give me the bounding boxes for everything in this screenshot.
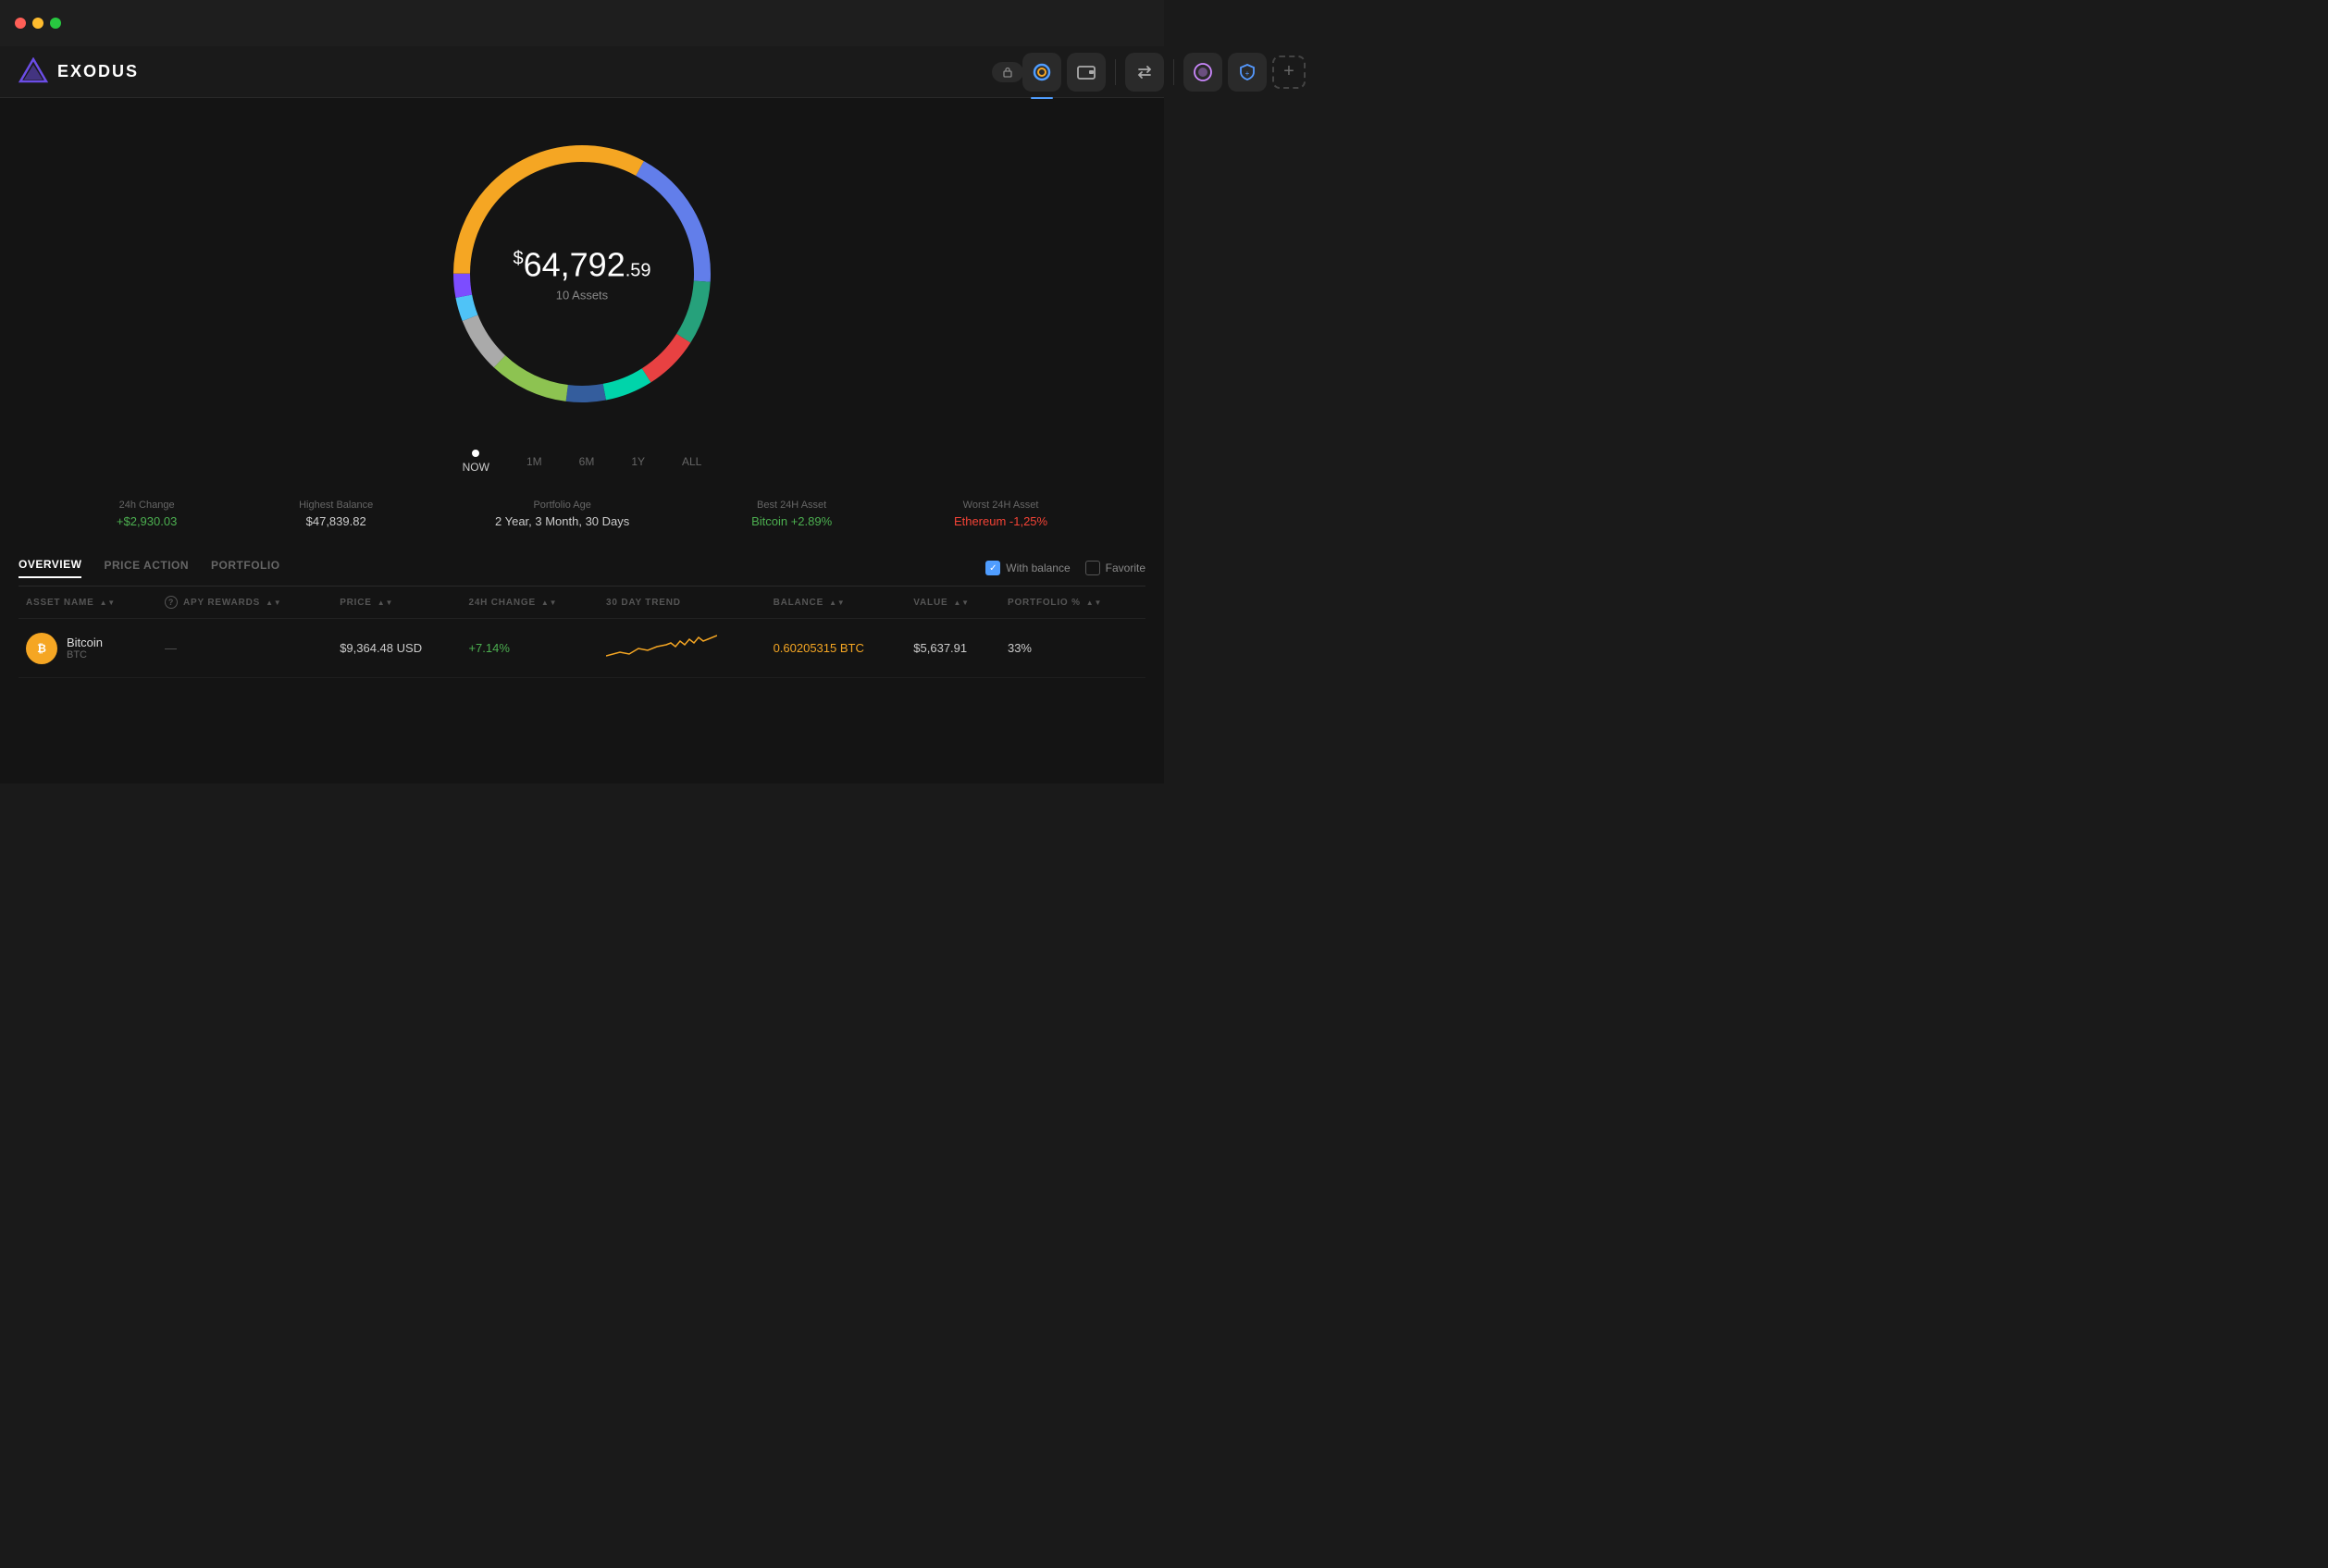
tab-portfolio[interactable]: PORTFOLIO	[211, 559, 280, 577]
td-price: $9,364.48 USD	[332, 619, 461, 678]
lock-icon	[1001, 66, 1014, 79]
logo: EXODUS	[19, 57, 139, 87]
table-body: ₿ Bitcoin BTC — $9,364.48 USD +7.14%	[19, 619, 1145, 678]
sort-asset-name-icon: ▲▼	[100, 599, 116, 607]
filter-favorite[interactable]: Favorite	[1085, 561, 1145, 575]
minimize-button[interactable]	[32, 18, 43, 29]
td-apy: —	[157, 619, 332, 678]
timeline-1m[interactable]: 1M	[526, 455, 542, 468]
stat-highest-balance: Highest Balance $47,839.82	[299, 500, 373, 528]
sort-balance-icon: ▲▼	[829, 599, 845, 607]
th-balance[interactable]: BALANCE ▲▼	[766, 586, 907, 619]
nav-tab-wallet[interactable]	[1067, 53, 1106, 92]
table-tabs: OVERVIEW PRICE ACTION PORTFOLIO ✓ With b…	[19, 547, 1145, 586]
window-controls	[15, 18, 61, 29]
timeline-all[interactable]: ALL	[682, 455, 701, 468]
shield-icon: +	[1237, 62, 1257, 82]
sort-portfolio-icon: ▲▼	[1086, 599, 1102, 607]
tab-price-action[interactable]: PRICE ACTION	[104, 559, 189, 577]
timeline-1y[interactable]: 1Y	[631, 455, 645, 468]
nft-icon	[1193, 62, 1213, 82]
svg-text:+: +	[1245, 69, 1250, 78]
wallet-icon	[1076, 62, 1096, 82]
stat-portfolio-age: Portfolio Age 2 Year, 3 Month, 30 Days	[495, 500, 629, 528]
apy-help-icon[interactable]: ?	[165, 596, 178, 609]
nav-divider	[1115, 59, 1116, 85]
tab-overview[interactable]: OVERVIEW	[19, 558, 81, 578]
bitcoin-sparkline	[606, 630, 717, 663]
table-header: ASSET NAME ▲▼ ? APY REWARDS ▲▼ PRI	[19, 586, 1145, 619]
exchange-icon	[1134, 62, 1155, 82]
th-30d-trend: 30 DAY TREND	[599, 586, 766, 619]
timeline-now[interactable]: NOW	[463, 450, 489, 474]
sort-apy-icon: ▲▼	[266, 599, 281, 607]
th-24h-change[interactable]: 24H CHANGE ▲▼	[461, 586, 599, 619]
sort-value-icon: ▲▼	[953, 599, 969, 607]
portfolio-total: $64,792.59 10 Assets	[513, 246, 650, 302]
filter-with-balance[interactable]: ✓ With balance	[985, 561, 1070, 575]
nav-tab-shield[interactable]: +	[1228, 53, 1267, 92]
th-portfolio-pct[interactable]: PORTFOLIO % ▲▼	[1000, 586, 1145, 619]
table-row[interactable]: ₿ Bitcoin BTC — $9,364.48 USD +7.14%	[19, 619, 1145, 678]
portfolio-stats: 24h Change +$2,930.03 Highest Balance $4…	[0, 490, 1164, 537]
titlebar	[0, 0, 1164, 46]
close-button[interactable]	[15, 18, 26, 29]
td-30d-trend	[599, 619, 766, 678]
portfolio-assets-count: 10 Assets	[513, 289, 650, 302]
nav-tab-nft[interactable]	[1183, 53, 1222, 92]
nav-tab-add[interactable]: +	[1272, 56, 1306, 89]
timeline-dot-now	[472, 450, 479, 457]
stat-best-asset: Best 24H Asset Bitcoin +2.89%	[751, 500, 832, 528]
portfolio-timeline: NOW 1M 6M 1Y ALL	[463, 450, 702, 474]
stat-24h-change: 24h Change +$2,930.03	[117, 500, 177, 528]
sort-price-icon: ▲▼	[378, 599, 393, 607]
with-balance-checkbox[interactable]: ✓	[985, 561, 1000, 575]
sort-change-icon: ▲▼	[541, 599, 557, 607]
th-asset-name[interactable]: ASSET NAME ▲▼	[19, 586, 157, 619]
main-content: $64,792.59 10 Assets NOW 1M 6M 1Y ALL	[0, 98, 1164, 784]
th-value[interactable]: VALUE ▲▼	[906, 586, 1000, 619]
favorite-checkbox[interactable]	[1085, 561, 1100, 575]
portfolio-donut-chart: $64,792.59 10 Assets	[425, 117, 739, 431]
th-apy[interactable]: ? APY REWARDS ▲▼	[157, 586, 332, 619]
nav-tabs: + +	[1022, 53, 1306, 92]
th-price[interactable]: PRICE ▲▼	[332, 586, 461, 619]
portfolio-amount: $64,792.59	[513, 246, 650, 285]
nav-divider-2	[1173, 59, 1174, 85]
td-portfolio-pct: 33%	[1000, 619, 1145, 678]
exodus-logo-icon	[19, 57, 48, 87]
td-24h-change: +7.14%	[461, 619, 599, 678]
nav-tab-portfolio[interactable]	[1022, 53, 1061, 92]
bitcoin-icon: ₿	[26, 633, 57, 664]
maximize-button[interactable]	[50, 18, 61, 29]
svg-text:₿: ₿	[37, 642, 46, 655]
nav-tab-exchange[interactable]	[1125, 53, 1164, 92]
header: EXODUS	[0, 46, 1164, 98]
td-balance: 0.60205315 BTC	[766, 619, 907, 678]
td-asset-name: ₿ Bitcoin BTC	[19, 619, 157, 678]
lock-toggle[interactable]	[992, 62, 1023, 82]
td-value: $5,637.91	[906, 619, 1000, 678]
stat-worst-asset: Worst 24H Asset Ethereum -1,25%	[954, 500, 1047, 528]
portfolio-section: $64,792.59 10 Assets NOW 1M 6M 1Y ALL	[0, 98, 1164, 547]
portfolio-icon	[1032, 62, 1052, 82]
timeline-6m[interactable]: 6M	[579, 455, 595, 468]
table-section: OVERVIEW PRICE ACTION PORTFOLIO ✓ With b…	[0, 547, 1164, 678]
table-filters: ✓ With balance Favorite	[985, 561, 1145, 575]
logo-text: EXODUS	[57, 62, 139, 81]
asset-table: ASSET NAME ▲▼ ? APY REWARDS ▲▼ PRI	[19, 586, 1145, 678]
